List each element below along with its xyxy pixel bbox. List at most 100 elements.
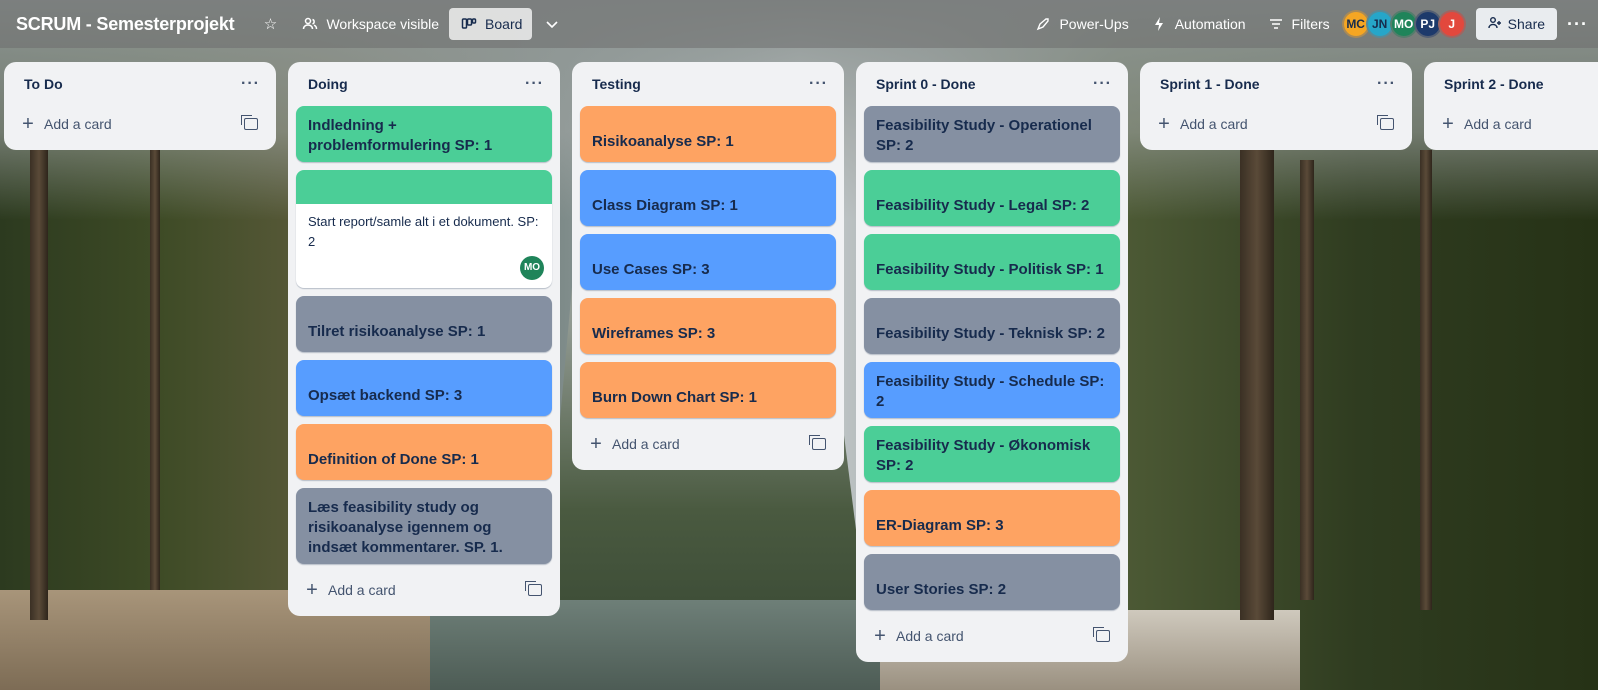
board-header: SCRUM - Semesterprojekt ☆ Workspace visi…	[0, 0, 1598, 48]
card[interactable]: Tilret risikoanalyse SP: 1	[296, 296, 552, 352]
list-header: Sprint 1 - Done ···	[1148, 62, 1404, 106]
add-card-row: + Add a card	[1148, 106, 1404, 142]
add-card-button[interactable]: + Add a card	[1440, 114, 1532, 134]
share-button[interactable]: Share	[1475, 8, 1558, 40]
list-header: Doing ···	[296, 62, 552, 106]
powerups-button[interactable]: Power-Ups	[1023, 8, 1138, 40]
list-title[interactable]: Sprint 1 - Done	[1160, 76, 1260, 92]
card[interactable]: Class Diagram SP: 1	[580, 170, 836, 226]
card[interactable]: Feasibility Study - Schedule SP: 2	[864, 362, 1120, 418]
add-card-label: Add a card	[328, 582, 396, 598]
list-menu-icon[interactable]: ···	[1377, 76, 1396, 92]
card[interactable]: Wireframes SP: 3	[580, 298, 836, 354]
add-card-label: Add a card	[896, 628, 964, 644]
plus-icon: +	[22, 113, 34, 135]
template-icon[interactable]	[525, 581, 542, 596]
list-menu-icon[interactable]: ···	[525, 76, 544, 92]
avatar[interactable]: J	[1437, 10, 1466, 38]
star-button[interactable]: ☆	[250, 8, 290, 40]
add-card-button[interactable]: + Add a card	[304, 580, 396, 600]
list-header: To Do ···	[12, 62, 268, 106]
plus-icon: +	[590, 433, 602, 455]
board-icon	[459, 14, 479, 34]
card[interactable]: Feasibility Study - Teknisk SP: 2	[864, 298, 1120, 354]
visibility-button[interactable]: Workspace visible	[290, 8, 449, 40]
card[interactable]: Start report/samle alt i et dokument. SP…	[296, 170, 552, 288]
add-card-row: + Add a card	[864, 618, 1120, 654]
list-title[interactable]: Sprint 0 - Done	[876, 76, 976, 92]
filters-label: Filters	[1291, 16, 1330, 32]
add-card-label: Add a card	[612, 436, 680, 452]
card[interactable]: Use Cases SP: 3	[580, 234, 836, 290]
list-title[interactable]: Sprint 2 - Done	[1444, 76, 1544, 92]
card[interactable]: Feasibility Study - Operationel SP: 2	[864, 106, 1120, 162]
board-view-button[interactable]: Board	[449, 8, 533, 40]
visibility-label: Workspace visible	[326, 16, 440, 32]
chevron-down-icon	[542, 14, 562, 34]
card-cover	[296, 170, 552, 204]
card[interactable]: Feasibility Study - Økonomisk SP: 2	[864, 426, 1120, 482]
card[interactable]: User Stories SP: 2	[864, 554, 1120, 610]
card[interactable]: Feasibility Study - Politisk SP: 1	[864, 234, 1120, 290]
list-testing: Testing ··· Risikoanalyse SP: 1 Class Di…	[572, 62, 844, 470]
more-menu-button[interactable]: ···	[1567, 14, 1588, 35]
plus-icon: +	[1158, 113, 1170, 135]
list-sprint-1-done: Sprint 1 - Done ··· + Add a card	[1140, 62, 1412, 150]
add-card-button[interactable]: + Add a card	[872, 626, 964, 646]
list-title[interactable]: Testing	[592, 76, 641, 92]
automation-label: Automation	[1174, 16, 1246, 32]
list-menu-icon[interactable]: ···	[241, 76, 260, 92]
plus-icon: +	[306, 579, 318, 601]
member-avatars: MC JN MO PJ J	[1341, 10, 1466, 38]
list-sprint-0-done: Sprint 0 - Done ··· Feasibility Study - …	[856, 62, 1128, 662]
list-header: Sprint 2 - Done	[1432, 62, 1590, 106]
add-card-row: + Add a card	[1432, 106, 1590, 142]
star-icon: ☆	[263, 16, 278, 33]
template-icon[interactable]	[1093, 627, 1110, 642]
views-dropdown-button[interactable]	[532, 8, 572, 40]
add-card-button[interactable]: + Add a card	[20, 114, 112, 134]
card[interactable]: Burn Down Chart SP: 1	[580, 362, 836, 418]
plus-icon: +	[1442, 113, 1454, 135]
automation-button[interactable]: Automation	[1139, 8, 1256, 40]
rocket-icon	[1033, 14, 1053, 34]
list-doing: Doing ··· Indledning + problemformulerin…	[288, 62, 560, 616]
template-icon[interactable]	[1377, 115, 1394, 130]
card[interactable]: Definition of Done SP: 1	[296, 424, 552, 480]
add-card-label: Add a card	[1180, 116, 1248, 132]
card[interactable]: ER-Diagram SP: 3	[864, 490, 1120, 546]
card[interactable]: Risikoanalyse SP: 1	[580, 106, 836, 162]
card[interactable]: Opsæt backend SP: 3	[296, 360, 552, 416]
list-menu-icon[interactable]: ···	[1093, 76, 1112, 92]
add-card-button[interactable]: + Add a card	[588, 434, 680, 454]
avatar[interactable]: MO	[520, 256, 544, 280]
plus-icon: +	[874, 625, 886, 647]
people-icon	[300, 14, 320, 34]
lightning-icon	[1149, 14, 1169, 34]
card[interactable]: Feasibility Study - Legal SP: 2	[864, 170, 1120, 226]
filters-button[interactable]: Filters	[1256, 8, 1340, 40]
filter-icon	[1266, 14, 1286, 34]
share-icon	[1487, 16, 1502, 33]
list-todo: To Do ··· + Add a card	[4, 62, 276, 150]
template-icon[interactable]	[809, 435, 826, 450]
share-label: Share	[1507, 16, 1546, 32]
add-card-label: Add a card	[44, 116, 112, 132]
board-title[interactable]: SCRUM - Semesterprojekt	[16, 14, 235, 35]
card[interactable]: Indledning + problemformulering SP: 1	[296, 106, 552, 162]
list-sprint-2-done: Sprint 2 - Done + Add a card	[1424, 62, 1598, 150]
add-card-row: + Add a card	[296, 572, 552, 608]
add-card-row: + Add a card	[580, 426, 836, 462]
list-title[interactable]: Doing	[308, 76, 348, 92]
add-card-button[interactable]: + Add a card	[1156, 114, 1248, 134]
list-menu-icon[interactable]: ···	[809, 76, 828, 92]
list-header: Sprint 0 - Done ···	[864, 62, 1120, 106]
template-icon[interactable]	[241, 115, 258, 130]
list-header: Testing ···	[580, 62, 836, 106]
list-title[interactable]: To Do	[24, 76, 63, 92]
add-card-row: + Add a card	[12, 106, 268, 142]
card[interactable]: Læs feasibility study og risikoanalyse i…	[296, 488, 552, 564]
card-title: Start report/samle alt i et dokument. SP…	[308, 214, 539, 249]
powerups-label: Power-Ups	[1059, 16, 1129, 32]
add-card-label: Add a card	[1464, 116, 1532, 132]
